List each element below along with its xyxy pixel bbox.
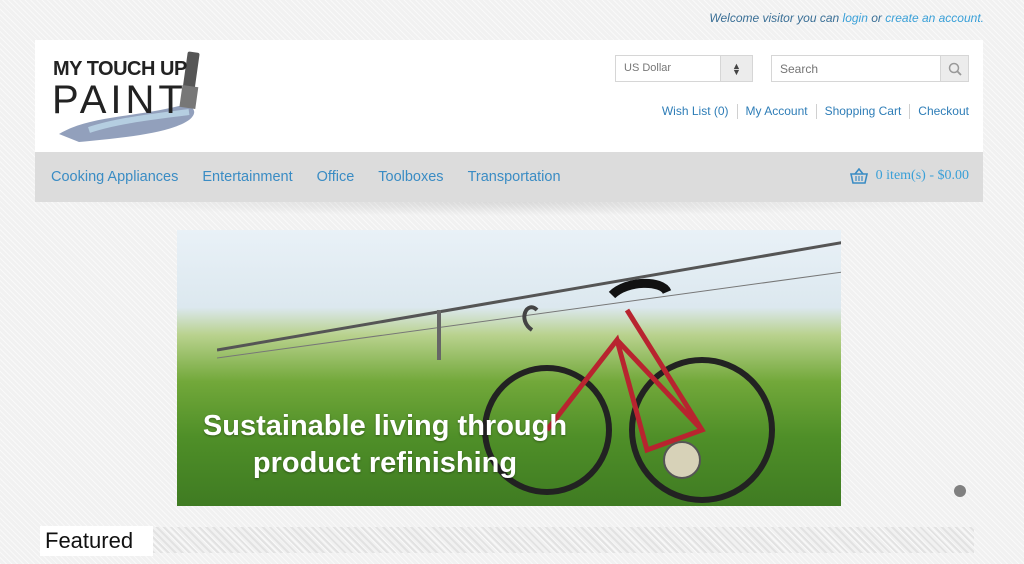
up-down-arrow-icon: ▲ ▼ <box>720 56 752 81</box>
account-links: Wish List (0) My Account Shopping Cart C… <box>654 104 969 119</box>
create-account-link[interactable]: create an account. <box>885 11 984 25</box>
site-logo[interactable]: MY TOUCH UP PAINT <box>49 46 209 146</box>
banner-caption: Sustainable living through product refin… <box>189 408 581 482</box>
featured-title: Featured <box>40 526 154 556</box>
nav-transportation[interactable]: Transportation <box>468 169 561 185</box>
banner-line-2: product refinishing <box>252 447 518 479</box>
welcome-or: or <box>871 11 882 25</box>
category-nav: Cooking Appliances Entertainment Office … <box>35 152 983 202</box>
nav-shadow <box>60 202 960 216</box>
hero-banner[interactable]: Sustainable living through product refin… <box>177 230 841 506</box>
my-account-link[interactable]: My Account <box>736 104 816 119</box>
shopping-cart-link[interactable]: Shopping Cart <box>815 104 910 119</box>
welcome-prefix: Welcome visitor you can <box>709 11 840 25</box>
nav-cooking-appliances[interactable]: Cooking Appliances <box>51 169 178 185</box>
logo-line-2: PAINT <box>52 78 187 122</box>
search-icon <box>948 62 962 76</box>
mini-cart[interactable]: 0 item(s) - $0.00 <box>849 168 969 184</box>
search-input[interactable] <box>772 56 932 81</box>
featured-section-header: Featured <box>40 526 974 556</box>
currency-select[interactable]: US Dollar ▲ ▼ <box>615 55 753 82</box>
welcome-message: Welcome visitor you can login or create … <box>709 11 984 25</box>
nav-office[interactable]: Office <box>317 169 355 185</box>
nav-entertainment[interactable]: Entertainment <box>202 169 292 185</box>
banner-line-1: Sustainable living through <box>202 410 568 442</box>
nav-toolboxes[interactable]: Toolboxes <box>378 169 443 185</box>
cart-summary: 0 item(s) - $0.00 <box>875 168 969 183</box>
basket-icon <box>849 168 868 184</box>
login-link[interactable]: login <box>843 11 868 25</box>
checkout-link[interactable]: Checkout <box>909 104 969 119</box>
slider-dot[interactable] <box>954 485 966 497</box>
search-box <box>771 55 969 82</box>
search-button[interactable] <box>940 56 968 81</box>
site-header: MY TOUCH UP PAINT US Dollar ▲▼ Wish List… <box>35 40 983 152</box>
currency-value: US Dollar <box>624 62 672 74</box>
wishlist-link[interactable]: Wish List (0) <box>654 104 737 119</box>
